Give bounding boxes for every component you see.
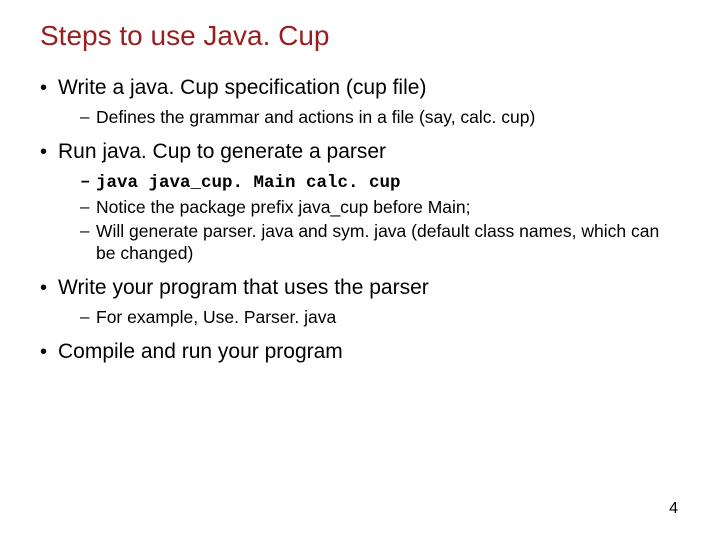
dash-icon: – [80,220,96,242]
list-item-text: Write your program that uses the parser [58,274,429,302]
list-item: • Write your program that uses the parse… [40,274,680,328]
bullet-list: • Write a java. Cup specification (cup f… [40,74,680,366]
page-number: 4 [669,500,678,518]
slide-title: Steps to use Java. Cup [40,20,680,52]
sub-list-item: – java java_cup. Main calc. cup [80,170,680,194]
dash-icon: – [80,170,96,193]
sub-list-item: – For example, Use. Parser. java [80,306,680,328]
dash-icon: – [80,196,96,218]
sub-list-item: – Defines the grammar and actions in a f… [80,106,680,128]
list-item-text: Write a java. Cup specification (cup fil… [58,74,426,102]
bullet-dot-icon: • [40,338,58,366]
sub-list-item-text: java java_cup. Main calc. cup [96,170,401,194]
sub-list: – For example, Use. Parser. java [40,306,680,328]
bullet-dot-icon: • [40,274,58,302]
dash-icon: – [80,106,96,128]
sub-list-item-text: Notice the package prefix java_cup befor… [96,196,471,218]
list-item-text: Run java. Cup to generate a parser [58,138,386,166]
list-item-text: Compile and run your program [58,338,343,366]
sub-list-item-text: For example, Use. Parser. java [96,306,336,328]
sub-list-item: – Notice the package prefix java_cup bef… [80,196,680,218]
dash-icon: – [80,306,96,328]
sub-list: – java java_cup. Main calc. cup – Notice… [40,170,680,264]
list-item: • Run java. Cup to generate a parser – j… [40,138,680,264]
sub-list: – Defines the grammar and actions in a f… [40,106,680,128]
bullet-dot-icon: • [40,74,58,102]
slide: Steps to use Java. Cup • Write a java. C… [0,0,720,540]
bullet-dot-icon: • [40,138,58,166]
list-item: • Compile and run your program [40,338,680,366]
sub-list-item-text: Will generate parser. java and sym. java… [96,220,680,264]
list-item: • Write a java. Cup specification (cup f… [40,74,680,128]
sub-list-item-text: Defines the grammar and actions in a fil… [96,106,535,128]
sub-list-item: – Will generate parser. java and sym. ja… [80,220,680,264]
